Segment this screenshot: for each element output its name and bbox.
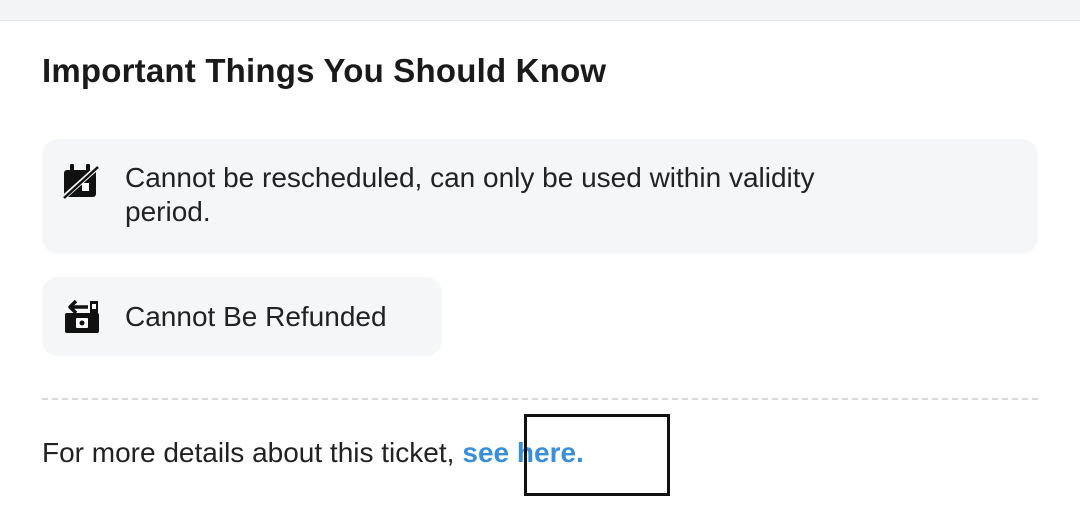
header-strip (0, 0, 1080, 21)
calendar-slash-icon (60, 161, 102, 201)
footer-text: For more details about this ticket, (42, 437, 455, 468)
notice-text-refund: Cannot Be Refunded (125, 301, 387, 332)
no-refund-icon (62, 297, 102, 337)
section-title: Important Things You Should Know (42, 52, 607, 89)
notice-card-refund: Cannot Be Refunded (42, 277, 442, 356)
highlight-box (524, 414, 670, 496)
notice-text-reschedule: Cannot be rescheduled, can only be used … (125, 162, 815, 227)
footer-details: For more details about this ticket, see h… (42, 435, 584, 471)
dashed-divider (42, 398, 1038, 400)
notice-card-reschedule: Cannot be rescheduled, can only be used … (42, 139, 1038, 254)
ticket-info-page: Important Things You Should Know Cannot … (0, 0, 1080, 532)
